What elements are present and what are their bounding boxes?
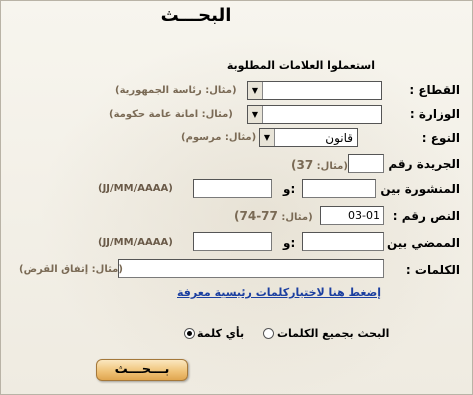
all-words-label: البحث بجميع الكلمات	[277, 327, 390, 340]
radio-selected-dot	[187, 331, 192, 336]
text-number-hint-value: 77-74)	[234, 209, 278, 223]
choose-keywords-link[interactable]: إضغط هنا لاختياركلمات رئيسية معرفة	[177, 286, 381, 299]
ministry-label: الوزارة :	[409, 107, 460, 121]
page-title: البحـــث	[160, 5, 232, 26]
any-word-radio[interactable]	[184, 328, 195, 339]
ministry-hint: (مثال: امانة عامة حكومة)	[109, 109, 233, 120]
sector-select[interactable]: ▼	[247, 81, 382, 100]
signed-and-label: و:	[283, 236, 296, 250]
text-number-hint-prefix: (مثال:	[281, 212, 313, 223]
chevron-down-icon[interactable]: ▼	[248, 106, 263, 123]
keywords-label: الكلمات :	[405, 263, 460, 277]
sector-hint: (مثال: رئاسة الجمهورية)	[115, 85, 237, 96]
signed-between-label: الممضي بين :	[377, 236, 460, 250]
chevron-down-icon[interactable]: ▼	[260, 129, 275, 146]
keywords-hint: (مثال: إتفاق القرض)	[19, 264, 123, 275]
search-form-page: البحـــث استعملوا العلامات المطلوبة القط…	[0, 0, 473, 395]
search-button[interactable]: بـــحـــث	[96, 359, 188, 381]
published-from-input[interactable]	[302, 179, 376, 198]
keywords-input[interactable]	[118, 259, 384, 278]
ministry-select[interactable]: ▼	[247, 105, 382, 124]
form-instructions: استعملوا العلامات المطلوبة	[226, 59, 375, 72]
text-number-label: النص رقم :	[392, 209, 460, 223]
published-between-label: المنشورة بين :	[371, 182, 460, 196]
type-select[interactable]: ▼ قانون	[259, 128, 358, 147]
text-number-input[interactable]	[320, 206, 384, 225]
journal-number-input[interactable]	[348, 154, 384, 173]
text-number-hint: (مثال: 77-74)	[234, 209, 313, 223]
journal-number-label: الجريدة رقم :	[379, 157, 460, 171]
sector-label: القطاع :	[409, 83, 460, 97]
type-label: النوع :	[421, 131, 460, 145]
signed-to-input[interactable]	[193, 232, 272, 251]
signed-date-format-hint: (JJ/MM/AAAA)	[98, 237, 173, 248]
published-and-label: و:	[283, 182, 296, 196]
published-date-format-hint: (JJ/MM/AAAA)	[98, 183, 173, 194]
all-words-radio[interactable]	[263, 328, 274, 339]
published-to-input[interactable]	[193, 179, 272, 198]
journal-number-hint-prefix: (مثال:	[316, 161, 348, 172]
type-hint: (مثال: مرسوم)	[181, 132, 257, 143]
journal-number-hint-value: 37)	[291, 158, 314, 172]
journal-number-hint: (مثال: 37)	[291, 158, 348, 172]
chevron-down-icon[interactable]: ▼	[248, 82, 263, 99]
signed-from-input[interactable]	[302, 232, 384, 251]
any-word-label: بأي كلمة	[197, 327, 245, 340]
type-select-value: قانون	[325, 130, 353, 145]
